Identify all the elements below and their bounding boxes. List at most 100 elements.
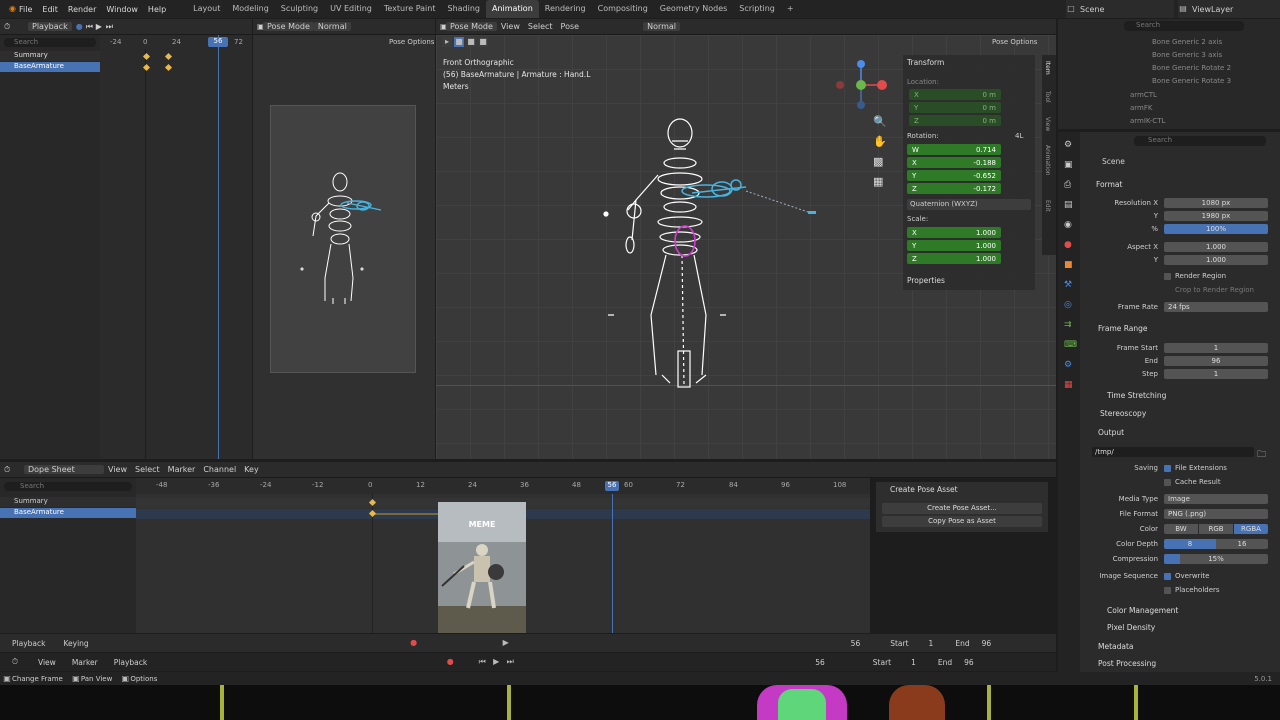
channel-summary[interactable]: Summary (0, 51, 100, 61)
frame-rate-dropdown[interactable]: 24 fps (1164, 302, 1268, 312)
menu-window[interactable]: Window (101, 5, 143, 14)
dopesheet-search-input[interactable]: Search (4, 482, 132, 491)
editor-type-icon[interactable]: ▣ (436, 22, 448, 32)
mode-subtract-icon[interactable]: ■ (478, 37, 488, 47)
format-panel-header[interactable]: Format (1096, 180, 1122, 189)
add-workspace-button[interactable]: + (781, 0, 800, 18)
playhead-line[interactable] (218, 35, 219, 459)
scale-y-field[interactable]: Y 1.000 (907, 240, 1001, 251)
dopesheet-channel-basearmature[interactable]: BaseArmature (0, 508, 136, 518)
tab-tool[interactable]: Tool (1044, 91, 1051, 103)
aspect-y-field[interactable]: 1.000 (1164, 255, 1268, 265)
render-region-checkbox[interactable] (1164, 273, 1171, 280)
playback-menu[interactable]: Playback (12, 639, 45, 648)
select-box-icon[interactable]: ▸ (442, 37, 452, 47)
current-frame-indicator[interactable]: 56 (208, 37, 228, 47)
jump-start-icon[interactable]: ⏮ (477, 657, 487, 667)
viewport-menu-pose[interactable]: Pose (557, 22, 584, 31)
viewport-menu-view[interactable]: View (497, 22, 524, 31)
outliner-search-input[interactable]: Search (1124, 21, 1244, 31)
pan-hand-icon[interactable]: ✋ (873, 135, 887, 148)
output-path-field[interactable]: /tmp/ (1092, 447, 1254, 457)
properties-search-input[interactable]: Search (1134, 136, 1266, 146)
render-tab-icon[interactable]: ▣ (1064, 160, 1073, 170)
editor-type-icon[interactable]: ⏱ (0, 22, 10, 32)
bottom-end-field[interactable]: 96 (964, 658, 974, 667)
viewport-pose-options[interactable]: Pose Options (992, 38, 1037, 46)
scale-x-field[interactable]: X 1.000 (907, 227, 1001, 238)
frame-start-field[interactable]: 1 (1164, 343, 1268, 353)
tab-geometry-nodes[interactable]: Geometry Nodes (654, 0, 733, 18)
jump-end-icon[interactable]: ⏭ (505, 657, 515, 667)
resolution-percent-field[interactable]: 100% (1164, 224, 1268, 234)
zoom-icon[interactable]: 🔍 (873, 115, 887, 128)
navigation-gizmo[interactable] (836, 57, 888, 109)
jump-end-icon[interactable]: ⏭ (102, 22, 113, 32)
dopesheet-menu-view[interactable]: View (104, 465, 131, 474)
rotation-x-field[interactable]: X -0.188 (907, 157, 1001, 168)
viewport-shading-dropdown[interactable]: Normal (643, 22, 681, 31)
viewport-mode-dropdown[interactable]: Pose Mode (446, 22, 497, 31)
tool-tab-icon[interactable]: ⚙ (1064, 140, 1072, 150)
jump-start-icon[interactable]: ⏮ (82, 22, 93, 32)
tab-texture-paint[interactable]: Texture Paint (378, 0, 442, 18)
bottom-menu-view[interactable]: View (38, 658, 56, 667)
time-stretching-subpanel[interactable]: Time Stretching (1107, 391, 1166, 400)
play-icon[interactable]: ▶ (92, 22, 102, 32)
outliner-item[interactable]: Bone Generic 3 axis (1152, 51, 1222, 59)
scale-z-field[interactable]: Z 1.000 (907, 253, 1001, 264)
outliner-item[interactable]: armFK (1130, 104, 1152, 112)
tab-edit[interactable]: Edit (1044, 200, 1051, 212)
world-tab-icon[interactable]: ● (1064, 240, 1072, 250)
color-rgb-option[interactable]: RGB (1199, 524, 1233, 534)
rotation-y-field[interactable]: Y -0.652 (907, 170, 1001, 181)
dopesheet-mode-dropdown[interactable]: Dope Sheet (24, 465, 104, 474)
dopesheet-area[interactable]: -48 -36 -24 -12 0 12 24 36 48 60 72 84 9… (136, 478, 870, 633)
camera-pose-options[interactable]: Pose Options (389, 38, 434, 46)
tab-layout[interactable]: Layout (187, 0, 226, 18)
outliner-item[interactable]: armCTL (1130, 91, 1157, 99)
bone-tab-icon[interactable]: ⌨ (1064, 340, 1077, 350)
record-icon[interactable]: ● (445, 657, 455, 667)
keyframe[interactable] (164, 63, 173, 72)
dopesheet-menu-channel[interactable]: Channel (199, 465, 240, 474)
folder-icon[interactable]: 🗀 (1257, 447, 1266, 463)
camera-mode-dropdown[interactable]: Pose Mode (263, 22, 314, 31)
scene-selector[interactable]: □ Scene (1066, 0, 1174, 18)
channel-basearmature[interactable]: BaseArmature (0, 62, 100, 72)
tab-animation[interactable]: Animation (1044, 145, 1051, 176)
channel-search-input[interactable]: Search (4, 38, 96, 47)
grid-icon[interactable]: ▦ (873, 175, 883, 188)
resolution-y-field[interactable]: 1980 px (1164, 211, 1268, 221)
menu-edit[interactable]: Edit (37, 5, 63, 14)
location-y-field[interactable]: Y 0 m (909, 102, 1001, 113)
top-timeline-area[interactable]: -24 0 24 72 56 (100, 35, 252, 459)
aspect-x-field[interactable]: 1.000 (1164, 242, 1268, 252)
object-tab-icon[interactable]: ■ (1064, 260, 1073, 270)
tab-item[interactable]: Item (1044, 61, 1051, 75)
outliner-item[interactable]: Bone Generic Rotate 3 (1152, 77, 1231, 85)
metadata-panel-header[interactable]: Metadata (1098, 642, 1134, 651)
compression-slider[interactable]: 15% (1164, 554, 1268, 564)
view-layer-selector[interactable]: ▤ ViewLayer (1178, 0, 1280, 18)
bottom-current-frame-field[interactable]: 56 (815, 658, 825, 667)
tab-view[interactable]: View (1044, 117, 1051, 131)
physics-tab-icon[interactable]: ◎ (1064, 300, 1072, 310)
outliner-item[interactable]: armIK-CTL (1130, 117, 1165, 125)
current-frame-field[interactable]: 56 (851, 639, 861, 648)
menu-file[interactable]: File (14, 5, 37, 14)
rotation-w-field[interactable]: W 0.714 (907, 144, 1001, 155)
mode-extend-icon[interactable]: ■ (466, 37, 476, 47)
modifier-tab-icon[interactable]: ⚒ (1064, 280, 1072, 290)
output-tab-icon[interactable]: ⎙ (1064, 180, 1071, 190)
media-type-dropdown[interactable]: Image (1164, 494, 1268, 504)
dopesheet-current-frame[interactable]: 56 (605, 481, 619, 491)
rotation-z-field[interactable]: Z -0.172 (907, 183, 1001, 194)
color-bw-option[interactable]: BW (1164, 524, 1198, 534)
mode-new-icon[interactable]: ■ (454, 37, 464, 47)
editor-type-icon[interactable]: ⏱ (0, 465, 10, 475)
view-layer-tab-icon[interactable]: ▤ (1064, 200, 1073, 210)
dopesheet-menu-key[interactable]: Key (240, 465, 263, 474)
cache-result-checkbox[interactable] (1164, 479, 1171, 486)
resolution-x-field[interactable]: 1080 px (1164, 198, 1268, 208)
